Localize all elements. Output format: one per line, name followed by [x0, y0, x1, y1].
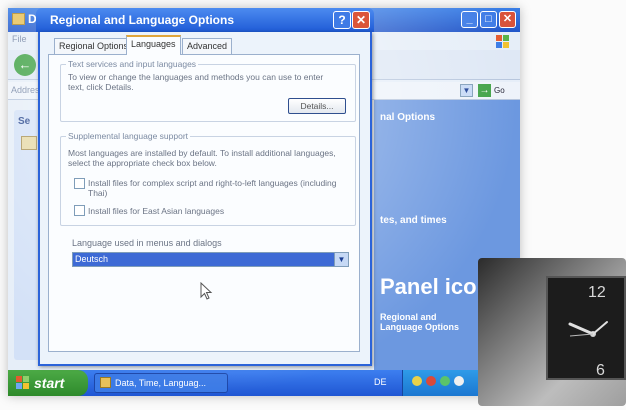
- tab-regional-options[interactable]: Regional Options: [54, 38, 134, 54]
- windows-flag-icon: [16, 376, 30, 390]
- supplemental-description: Most languages are installed by default.…: [68, 148, 336, 168]
- ui-language-select[interactable]: [72, 252, 349, 267]
- text-services-group-label: Text services and input languages: [66, 59, 199, 69]
- maximize-button[interactable]: □: [480, 11, 497, 28]
- folder-icon: [100, 377, 111, 388]
- category-heading-dates[interactable]: tes, and times: [380, 215, 447, 226]
- complex-script-label: Install files for complex script and rig…: [88, 178, 337, 198]
- folder-icon: [12, 13, 25, 25]
- task-pane-icon[interactable]: [21, 136, 37, 150]
- mouse-pointer-icon: [200, 282, 213, 300]
- windows-logo-icon: [496, 35, 510, 49]
- clock-numeral-6: 6: [596, 362, 605, 379]
- taskbar-window-button[interactable]: Data, Time, Languag...: [94, 373, 228, 393]
- east-asian-label: Install files for East Asian languages: [88, 206, 225, 216]
- background-window-controls: _ □ ✕: [461, 11, 516, 28]
- supplemental-group-label: Supplemental language support: [66, 131, 191, 141]
- tab-languages[interactable]: Languages: [126, 35, 181, 55]
- back-arrow-icon[interactable]: ←: [14, 54, 36, 76]
- task-pane-heading: Se: [18, 116, 31, 127]
- regional-options-link[interactable]: Regional and Language Options: [380, 312, 476, 332]
- go-arrow-icon[interactable]: →: [478, 84, 491, 97]
- file-menu[interactable]: File: [12, 34, 27, 44]
- clock-hands-icon: [568, 321, 608, 337]
- tray-update-icon[interactable]: [454, 376, 464, 386]
- category-heading-options[interactable]: nal Options: [380, 112, 435, 123]
- tray-network-icon[interactable]: [426, 376, 436, 386]
- details-button[interactable]: Details...: [288, 98, 346, 114]
- text-services-description: To view or change the languages and meth…: [68, 72, 324, 92]
- chevron-down-icon[interactable]: ▼: [334, 253, 348, 266]
- minimize-button[interactable]: _: [461, 11, 478, 28]
- ui-language-value: Deutsch: [75, 254, 109, 264]
- dialog-title: Regional and Language Options: [50, 13, 235, 27]
- go-label[interactable]: Go: [494, 86, 505, 95]
- tray-volume-icon[interactable]: [440, 376, 450, 386]
- background-close-button[interactable]: ✕: [499, 11, 516, 28]
- chevron-down-icon[interactable]: ▼: [460, 84, 473, 97]
- complex-script-checkbox[interactable]: [74, 178, 85, 189]
- close-button[interactable]: ✕: [352, 11, 370, 29]
- east-asian-checkbox[interactable]: [74, 205, 85, 216]
- control-panel-heading: Panel ico: [380, 274, 477, 299]
- ui-language-label: Language used in menus and dialogs: [72, 238, 222, 248]
- tray-security-icon[interactable]: [412, 376, 422, 386]
- tab-advanced[interactable]: Advanced: [182, 38, 233, 54]
- help-button[interactable]: ?: [333, 11, 351, 29]
- language-indicator[interactable]: DE: [374, 377, 387, 387]
